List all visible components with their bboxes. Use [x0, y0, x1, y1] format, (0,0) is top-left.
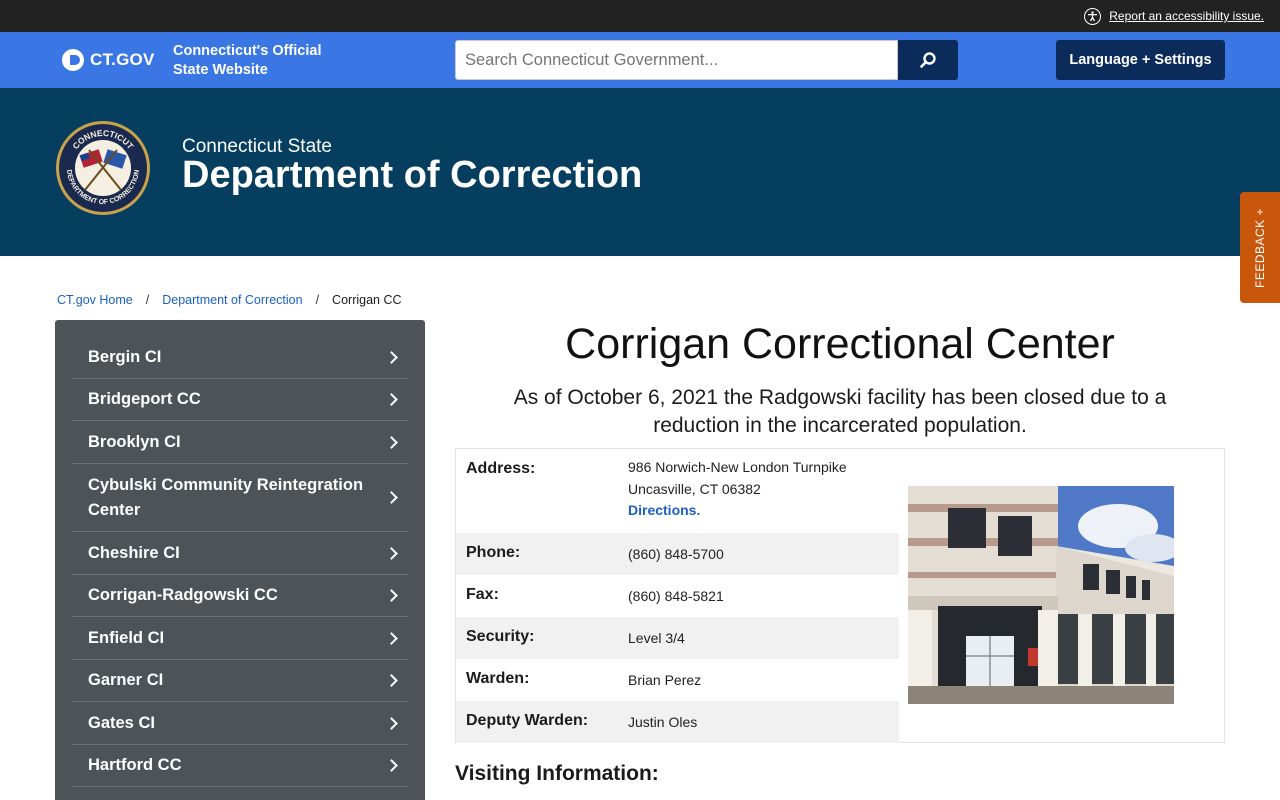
- breadcrumb-separator: /: [315, 293, 320, 307]
- sidebar-item-hartford[interactable]: Hartford CC: [72, 745, 408, 787]
- visiting-info-heading: Visiting Information:: [455, 762, 659, 785]
- fax-label: Fax:: [466, 586, 499, 603]
- ctgov-tagline: Connecticut's Official State Website: [173, 43, 322, 78]
- breadcrumb-current: Corrigan CC: [332, 293, 402, 307]
- chevron-right-icon: [385, 589, 398, 602]
- info-row-address: Address: 986 Norwich-New London Turnpike…: [456, 449, 899, 533]
- chevron-right-icon: [385, 631, 398, 645]
- chevron-right-icon: [385, 759, 398, 772]
- sidebar-item-label: Brooklyn CI: [88, 432, 181, 451]
- breadcrumb-section-link[interactable]: Department of Correction: [162, 293, 302, 307]
- feedback-tab[interactable]: FEEDBACK +: [1240, 192, 1280, 303]
- warden-label: Warden:: [466, 670, 530, 687]
- search-icon: [920, 52, 936, 68]
- info-row-deputy-warden: Deputy Warden: Justin Oles: [456, 701, 899, 743]
- department-seal-icon[interactable]: CONNECTICUT DEPARTMENT OF CORRECTION: [55, 120, 151, 216]
- search-input[interactable]: [455, 40, 898, 80]
- page-title: Corrigan Correctional Center: [565, 320, 1115, 368]
- sidebar-item-label: Gates CI: [88, 713, 155, 732]
- info-row-phone: Phone: (860) 848-5700: [456, 533, 899, 575]
- sidebar-item-garner[interactable]: Garner CI: [72, 660, 408, 702]
- sidebar-item-label: Hartford CC: [88, 756, 182, 774]
- address-label: Address:: [466, 460, 536, 477]
- deputy-warden-label: Deputy Warden:: [456, 701, 618, 743]
- facility-sidebar: Bergin CI Bridgeport CC Brooklyn CI Cybu…: [55, 320, 425, 800]
- sidebar-item-enfield[interactable]: Enfield CI: [72, 617, 408, 660]
- sidebar-item-cybulski[interactable]: Cybulski Community Reintegration Center: [72, 464, 408, 532]
- facility-info-table: Address: 986 Norwich-New London Turnpike…: [456, 449, 899, 743]
- sidebar-item-corrigan-radgowski[interactable]: Corrigan-Radgowski CC: [72, 575, 408, 617]
- sidebar-item-label: Cybulski Community Reintegration Center: [88, 475, 364, 519]
- sidebar-item-label: Bergin CI: [88, 347, 162, 366]
- breadcrumb: CT.gov Home / Department of Correction /…: [57, 293, 402, 307]
- agency-banner: Connecticut State Department of Correcti…: [0, 88, 1280, 256]
- facility-photo: [908, 486, 1174, 704]
- address-value: 986 Norwich-New London Turnpike Uncasvil…: [618, 449, 899, 533]
- chevron-right-icon: [385, 546, 398, 560]
- address-line2: Uncasville, CT 06382: [628, 480, 761, 497]
- closure-notice: As of October 6, 2021 the Radgowski faci…: [513, 386, 1167, 437]
- address-line1: 986 Norwich-New London Turnpike: [628, 459, 847, 475]
- chevron-right-icon: [385, 435, 398, 449]
- breadcrumb-home-link[interactable]: CT.gov Home: [57, 293, 133, 307]
- feedback-label: FEEDBACK +: [1253, 207, 1267, 288]
- info-row-warden: Warden: Brian Perez: [456, 659, 899, 701]
- accessibility-link-label: Report an accessibility issue.: [1109, 9, 1264, 23]
- utility-bar: Report an accessibility issue.: [0, 0, 1280, 32]
- sidebar-item-label: Enfield CI: [88, 628, 165, 647]
- sidebar-item-bridgeport[interactable]: Bridgeport CC: [72, 379, 408, 421]
- ctgov-logo-text: CT.GOV: [90, 50, 155, 69]
- sidebar-item-label: Corrigan-Radgowski CC: [88, 586, 278, 604]
- fax-value: (860) 848-5821: [628, 588, 724, 604]
- agency-title: Department of Correction: [182, 154, 643, 196]
- security-label: Security:: [456, 617, 618, 659]
- directions-link[interactable]: Directions.: [628, 502, 700, 518]
- ctgov-header: CT.GOV Connecticut's Official State Webs…: [0, 32, 1280, 88]
- sidebar-item-label: Bridgeport CC: [88, 390, 201, 408]
- chevron-right-icon: [385, 393, 398, 406]
- breadcrumb-separator: /: [145, 293, 150, 307]
- sidebar-item-label: Garner CI: [88, 671, 164, 689]
- ctgov-logo[interactable]: CT.GOV: [62, 49, 155, 71]
- phone-label: Phone:: [456, 533, 618, 575]
- sidebar-item-bergin[interactable]: Bergin CI: [72, 336, 408, 379]
- sidebar-item-label: Cheshire CI: [88, 543, 180, 562]
- info-row-fax: Fax: (860) 848-5821: [456, 575, 899, 617]
- language-settings-button[interactable]: Language + Settings: [1056, 40, 1225, 80]
- report-accessibility-link[interactable]: Report an accessibility issue.: [1084, 7, 1264, 25]
- chevron-right-icon: [385, 716, 398, 730]
- info-row-security: Security: Level 3/4: [456, 617, 899, 659]
- chevron-right-icon: [385, 350, 398, 364]
- chevron-right-icon: [385, 491, 398, 504]
- warden-value: Brian Perez: [628, 672, 702, 688]
- sidebar-item-cheshire[interactable]: Cheshire CI: [72, 532, 408, 575]
- chevron-right-icon: [385, 674, 398, 687]
- security-value: Level 3/4: [618, 617, 899, 659]
- accessibility-icon: [1084, 7, 1102, 25]
- sidebar-item-gates[interactable]: Gates CI: [72, 702, 408, 745]
- phone-value: (860) 848-5700: [618, 533, 899, 575]
- ctgov-logo-icon: [62, 49, 84, 71]
- search-button[interactable]: [898, 40, 958, 80]
- sidebar-item-brooklyn[interactable]: Brooklyn CI: [72, 421, 408, 464]
- facility-info-box: Address: 986 Norwich-New London Turnpike…: [455, 448, 1225, 743]
- deputy-warden-value: Justin Oles: [618, 701, 899, 743]
